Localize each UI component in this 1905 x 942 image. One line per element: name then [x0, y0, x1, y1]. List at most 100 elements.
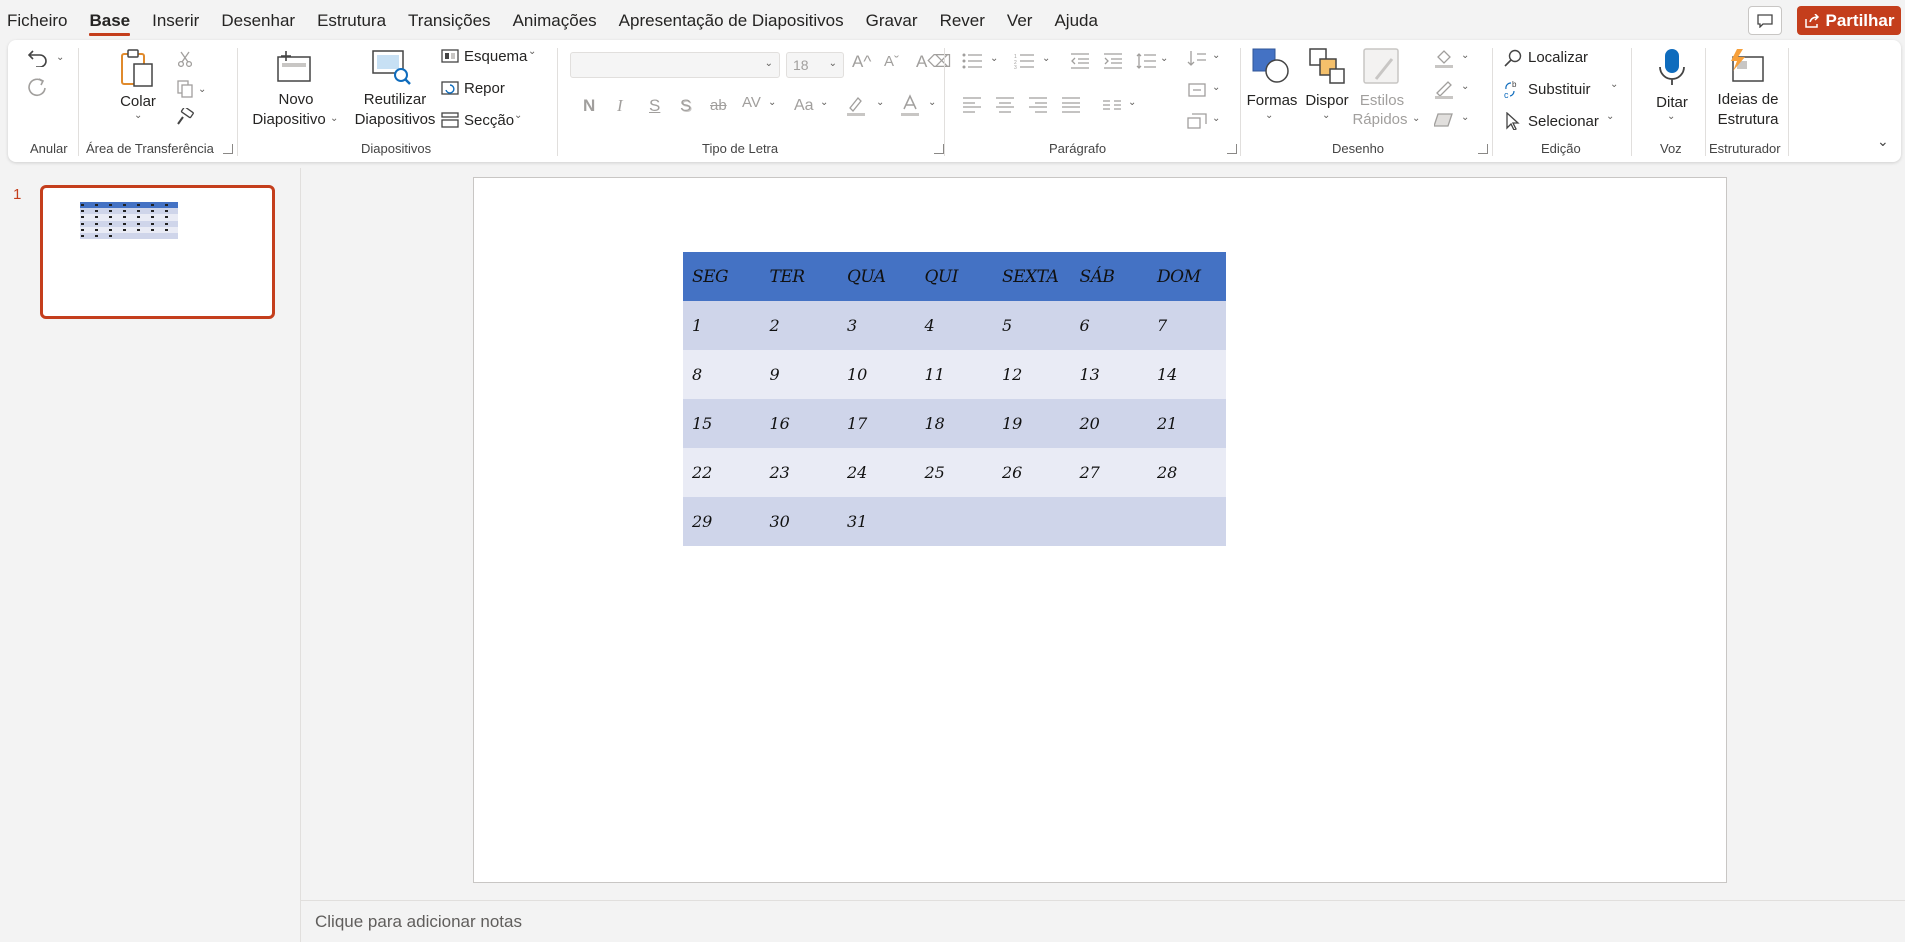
calendar-day-cell[interactable]: 19 [993, 399, 1071, 448]
align-right-icon[interactable] [1026, 94, 1050, 116]
shape-effects-icon[interactable] [1432, 109, 1456, 131]
tab-desenhar[interactable]: Desenhar [210, 0, 306, 40]
highlight-icon[interactable] [844, 92, 868, 118]
shadow-button[interactable]: S [680, 96, 691, 116]
columns-dropdown-icon[interactable]: ⌄ [1128, 97, 1136, 108]
arrange-icon[interactable] [1306, 46, 1348, 86]
calendar-header-cell[interactable]: QUA [838, 252, 916, 301]
font-size-combobox[interactable]: 18 ⌄ [786, 52, 844, 78]
dictate-label[interactable]: Ditar [1648, 93, 1696, 113]
calendar-day-cell[interactable]: 5 [993, 301, 1071, 350]
arrange-label[interactable]: Dispor [1304, 91, 1350, 111]
paste-icon[interactable] [116, 47, 158, 89]
reuse-slides-icon[interactable] [370, 48, 414, 86]
calendar-day-cell[interactable]: 11 [915, 350, 993, 399]
decrease-indent-icon[interactable] [1068, 50, 1092, 72]
shape-fill-dropdown-icon[interactable]: ⌄ [1461, 50, 1469, 61]
calendar-day-cell[interactable] [1148, 497, 1226, 546]
calendar-header-cell[interactable]: DOM [1148, 252, 1226, 301]
collapse-ribbon-icon[interactable]: ⌄ [1877, 133, 1889, 150]
calendar-day-cell[interactable]: 1 [683, 301, 761, 350]
calendar-day-cell[interactable]: 4 [915, 301, 993, 350]
shape-outline-icon[interactable] [1432, 78, 1456, 100]
reuse-slides-label[interactable]: Reutilizar [353, 90, 437, 110]
layout-dropdown-icon[interactable]: ⌄ [528, 46, 536, 57]
new-slide-dropdown-icon[interactable]: ⌄ [330, 113, 338, 124]
calendar-day-cell[interactable]: 6 [1070, 301, 1148, 350]
italic-button[interactable]: I [617, 96, 623, 116]
calendar-day-cell[interactable]: 20 [1070, 399, 1148, 448]
calendar-day-cell[interactable]: 24 [838, 448, 916, 497]
tab-ajuda[interactable]: Ajuda [1043, 0, 1108, 40]
quick-styles-label[interactable]: Estilos [1354, 91, 1410, 111]
select-cursor-icon[interactable] [1502, 110, 1524, 132]
char-spacing-icon[interactable]: AV [742, 94, 761, 111]
font-name-dropdown-icon[interactable]: ⌄ [765, 58, 773, 69]
tab-estrutura[interactable]: Estrutura [306, 0, 397, 40]
select-label[interactable]: Selecionar [1528, 113, 1599, 130]
paste-dropdown-icon[interactable]: ⌄ [134, 110, 142, 121]
new-slide-label[interactable]: Novo [256, 90, 336, 110]
align-text-icon[interactable] [1186, 79, 1208, 101]
calendar-day-cell[interactable]: 22 [683, 448, 761, 497]
calendar-table[interactable]: SEG TER QUA QUI SEXTA SÁB DOM 1 2 3 4 5 … [683, 252, 1226, 546]
calendar-day-cell[interactable]: 17 [838, 399, 916, 448]
bold-button[interactable]: N [583, 96, 595, 116]
calendar-day-cell[interactable]: 15 [683, 399, 761, 448]
calendar-day-cell[interactable]: 28 [1148, 448, 1226, 497]
calendar-day-cell[interactable] [915, 497, 993, 546]
bullets-dropdown-icon[interactable]: ⌄ [990, 53, 998, 64]
calendar-day-cell[interactable]: 12 [993, 350, 1071, 399]
calendar-header-cell[interactable]: SEG [683, 252, 761, 301]
reset-label[interactable]: Repor [464, 80, 505, 97]
tab-base[interactable]: Base [78, 0, 141, 40]
undo-icon[interactable] [26, 46, 50, 70]
shapes-icon[interactable] [1250, 46, 1292, 86]
change-case-button[interactable]: Aa [794, 97, 814, 115]
strikethrough-button[interactable]: ab [710, 97, 727, 114]
numbering-dropdown-icon[interactable]: ⌄ [1042, 53, 1050, 64]
slide-thumbnail[interactable] [40, 185, 275, 319]
font-color-dropdown-icon[interactable]: ⌄ [928, 97, 936, 108]
section-icon[interactable] [440, 111, 460, 129]
redo-icon[interactable] [26, 76, 50, 100]
calendar-day-cell[interactable]: 27 [1070, 448, 1148, 497]
smartart-dropdown-icon[interactable]: ⌄ [1212, 113, 1220, 124]
shape-effects-dropdown-icon[interactable]: ⌄ [1461, 112, 1469, 123]
shapes-dropdown-icon[interactable]: ⌄ [1265, 110, 1273, 121]
design-ideas-label-2[interactable]: Estrutura [1713, 110, 1783, 130]
char-spacing-dropdown-icon[interactable]: ⌄ [768, 97, 776, 108]
drawing-launcher-icon[interactable] [1478, 144, 1488, 154]
replace-icon[interactable]: bc [1502, 78, 1524, 100]
reuse-slides-label-2[interactable]: Diapositivos [350, 110, 440, 130]
font-launcher-icon[interactable] [934, 144, 944, 154]
undo-dropdown-icon[interactable]: ⌄ [56, 52, 64, 63]
bullets-icon[interactable] [960, 50, 984, 72]
change-case-dropdown-icon[interactable]: ⌄ [820, 97, 828, 108]
calendar-day-cell[interactable]: 10 [838, 350, 916, 399]
cut-icon[interactable] [174, 48, 196, 70]
numbering-icon[interactable]: 123 [1012, 50, 1036, 72]
section-label[interactable]: Secção [464, 112, 514, 129]
calendar-day-cell[interactable]: 2 [760, 301, 838, 350]
clear-formatting-icon[interactable]: A⌫ [916, 52, 951, 72]
select-dropdown-icon[interactable]: ⌄ [1606, 111, 1614, 122]
reset-icon[interactable] [440, 79, 460, 97]
calendar-header-cell[interactable]: SEXTA [993, 252, 1071, 301]
replace-label[interactable]: Substituir [1528, 81, 1591, 98]
slide-canvas[interactable]: SEG TER QUA QUI SEXTA SÁB DOM 1 2 3 4 5 … [473, 177, 1727, 883]
tab-ficheiro[interactable]: Ficheiro [7, 0, 78, 40]
font-size-dropdown-icon[interactable]: ⌄ [829, 58, 837, 69]
section-dropdown-icon[interactable]: ⌄ [514, 110, 522, 121]
quick-styles-icon[interactable] [1360, 46, 1404, 88]
calendar-header-cell[interactable]: TER [760, 252, 838, 301]
line-spacing-dropdown-icon[interactable]: ⌄ [1160, 53, 1168, 64]
layout-icon[interactable] [440, 47, 460, 65]
align-text-dropdown-icon[interactable]: ⌄ [1212, 82, 1220, 93]
columns-icon[interactable] [1100, 94, 1124, 116]
calendar-day-cell[interactable]: 25 [915, 448, 993, 497]
new-slide-label-2[interactable]: Diapositivo [249, 110, 329, 130]
arrange-dropdown-icon[interactable]: ⌄ [1322, 110, 1330, 121]
shape-outline-dropdown-icon[interactable]: ⌄ [1461, 81, 1469, 92]
notes-pane[interactable]: Clique para adicionar notas [301, 900, 1905, 942]
